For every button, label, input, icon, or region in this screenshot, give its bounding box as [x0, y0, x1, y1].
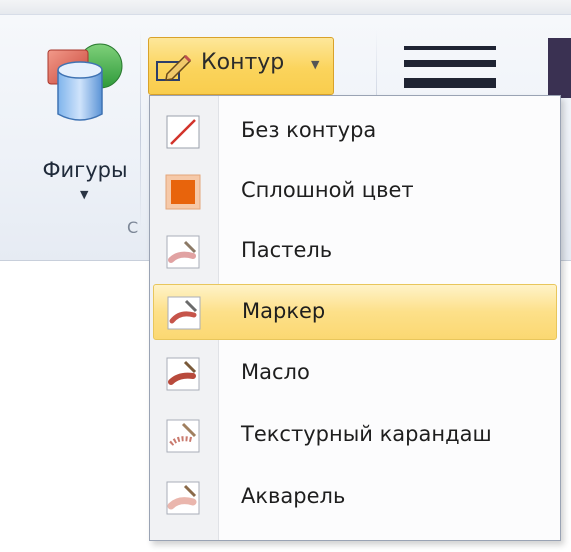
menu-item-no-outline[interactable]: Без контура [153, 104, 557, 160]
window-top-strip [0, 0, 571, 14]
menu-item-watercolor[interactable]: Акварель [153, 470, 557, 526]
shapes-button-label: Фигуры [42, 158, 128, 182]
watercolor-brush-icon [166, 481, 200, 515]
menu-item-solid-color[interactable]: Сплошной цвет [153, 164, 557, 220]
menu-item-marker[interactable]: Маркер [153, 284, 557, 340]
menu-item-label: Масло [241, 360, 310, 384]
shapes-button[interactable]: Фигуры ▼ [26, 30, 144, 201]
menu-item-label: Без контура [241, 118, 377, 142]
chevron-down-icon: ▼ [311, 58, 320, 71]
group-label: С [127, 218, 139, 237]
outline-button[interactable]: Контур ▼ [148, 37, 334, 95]
menu-item-label: Акварель [241, 484, 346, 508]
color-swatch[interactable] [548, 38, 571, 98]
menu-item-label: Сплошной цвет [241, 178, 414, 202]
menu-item-crayon[interactable]: Текстурный карандаш [153, 408, 557, 464]
pastel-brush-icon [166, 235, 200, 269]
menu-item-label: Текстурный карандаш [241, 422, 492, 446]
menu-item-pastel[interactable]: Пастель [153, 224, 557, 280]
marker-brush-icon [167, 296, 201, 330]
solid-color-icon [165, 174, 201, 210]
menu-item-label: Маркер [242, 299, 326, 323]
shapes-icon [47, 43, 123, 121]
line-size-icon[interactable] [402, 42, 498, 92]
outline-dropdown-menu: Без контура Сплошной цвет Пастель Маркер [149, 95, 561, 541]
outline-pencil-icon [156, 54, 192, 81]
menu-item-label: Пастель [241, 238, 333, 262]
outline-button-label: Контур [201, 50, 285, 75]
menu-item-oil[interactable]: Масло [153, 346, 557, 402]
chevron-down-icon: ▼ [80, 188, 89, 201]
no-outline-icon [166, 115, 200, 149]
crayon-brush-icon [166, 419, 200, 453]
oil-brush-icon [166, 357, 200, 391]
